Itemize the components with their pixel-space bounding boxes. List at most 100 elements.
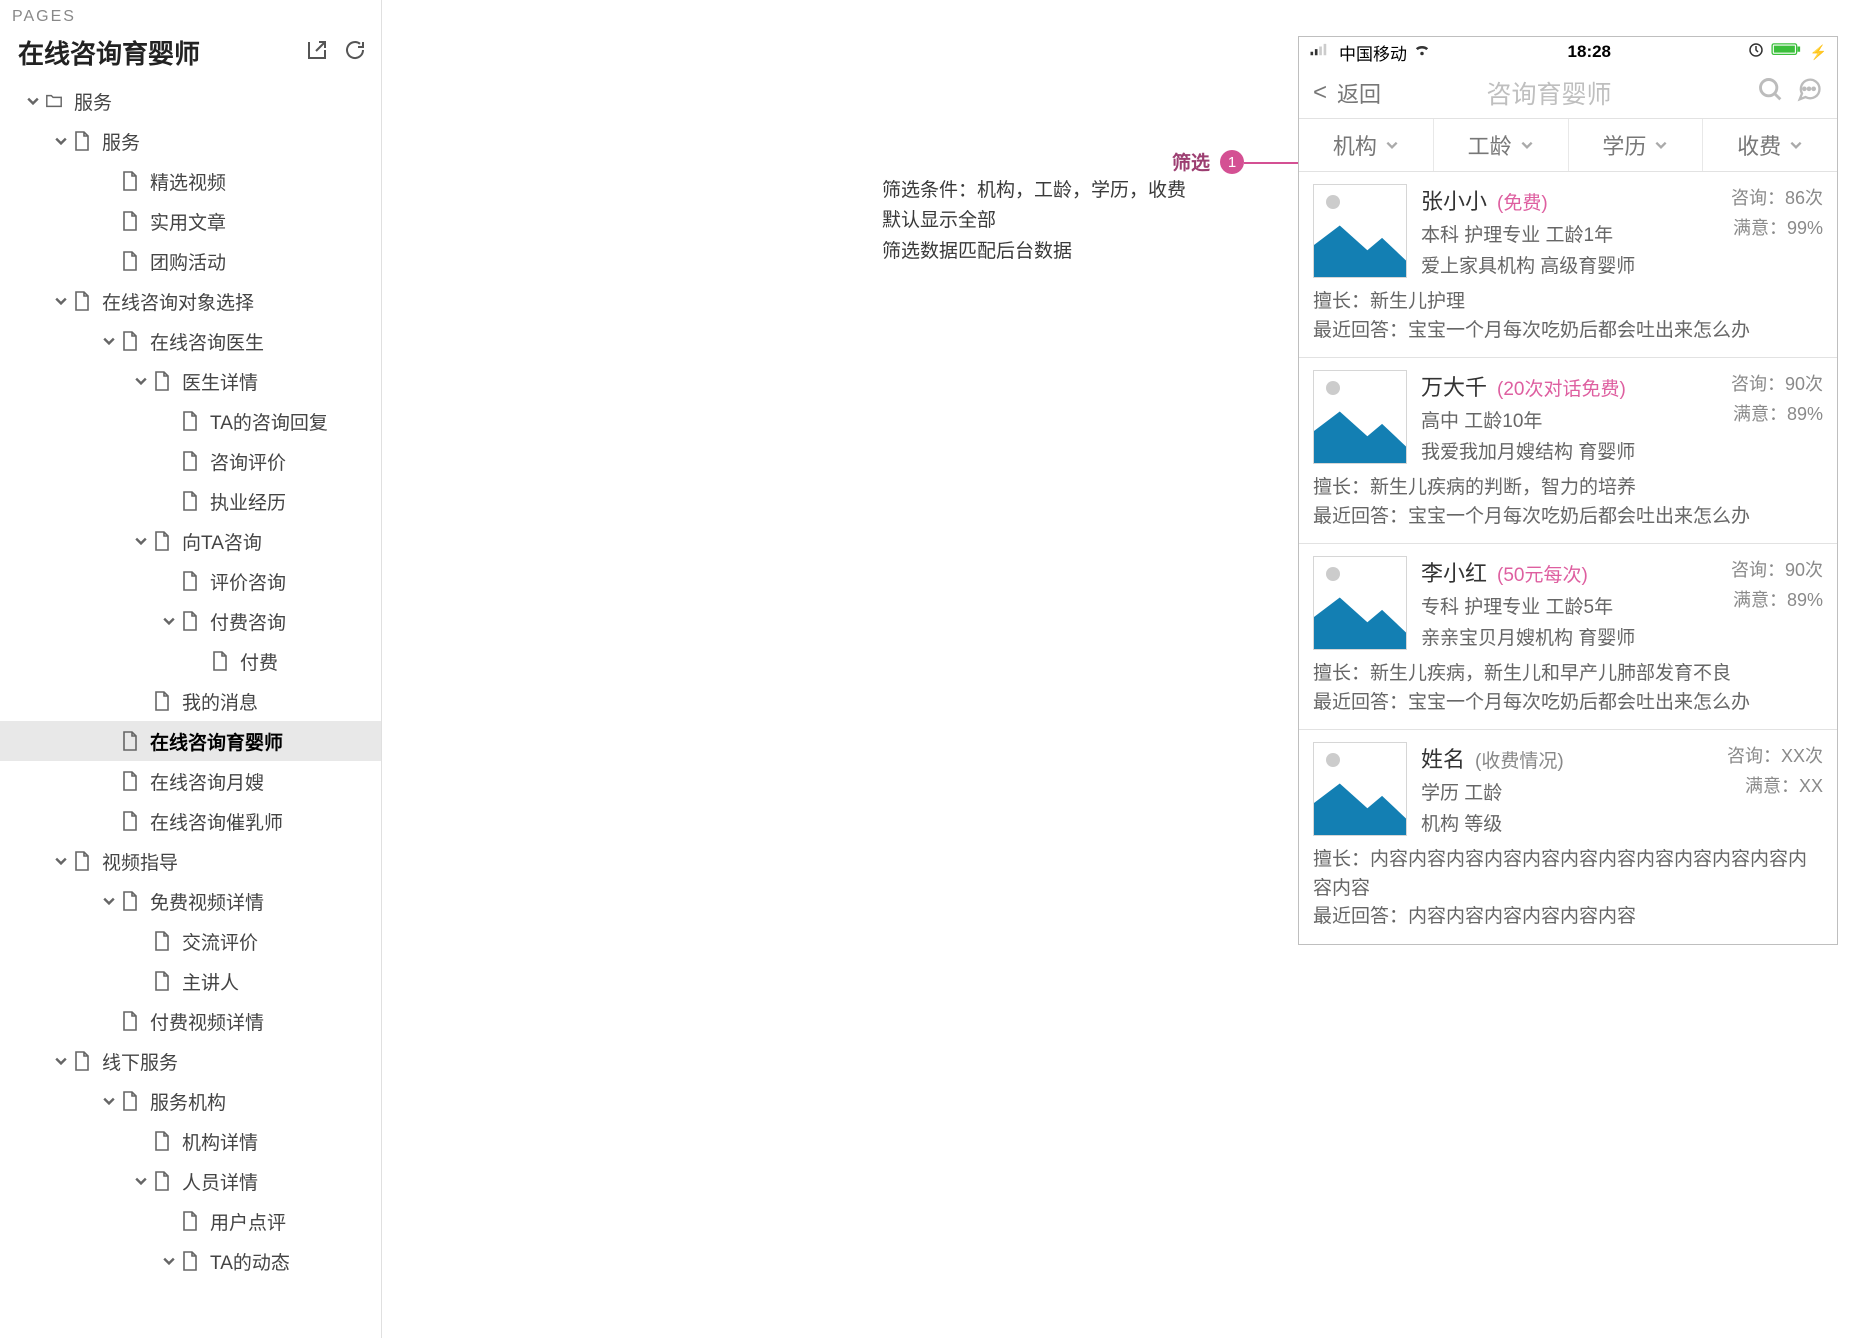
tree-node[interactable]: 评价咨询 [0, 561, 381, 601]
folder-icon [42, 91, 66, 111]
tree-node[interactable]: 在线咨询医生 [0, 321, 381, 361]
chevron-down-icon[interactable] [100, 335, 118, 347]
consultant-name: 李小红 [1421, 556, 1487, 588]
consultant-name: 万大千 [1421, 370, 1487, 402]
tree-node[interactable]: 向TA咨询 [0, 521, 381, 561]
satisfaction: 满意：XX [1705, 772, 1823, 798]
page-icon [118, 891, 142, 911]
fee-badge: (50元每次) [1497, 560, 1588, 587]
chevron-down-icon[interactable] [132, 375, 150, 387]
consultant-card[interactable]: 李小红(50元每次)专科 护理专业 工龄5年亲亲宝贝月嫂机构 育婴师咨询：90次… [1299, 544, 1837, 730]
tree-node[interactable]: 人员详情 [0, 1161, 381, 1201]
tree-node[interactable]: 用户点评 [0, 1201, 381, 1241]
sync-icon [1748, 42, 1764, 63]
consultant-card[interactable]: 张小小(免费)本科 护理专业 工龄1年爱上家具机构 高级育婴师咨询：86次满意：… [1299, 172, 1837, 358]
page-icon [118, 811, 142, 831]
tree-node-label: 付费视频详情 [150, 1008, 264, 1035]
filter-edu[interactable]: 学历 [1569, 119, 1704, 171]
tree-node[interactable]: 医生详情 [0, 361, 381, 401]
filter-org[interactable]: 机构 [1299, 119, 1434, 171]
skill-line: 擅长：新生儿疾病的判断，智力的培养 [1313, 474, 1823, 503]
back-icon[interactable]: < [1313, 79, 1327, 107]
tree-node[interactable]: 交流评价 [0, 921, 381, 961]
tree-node[interactable]: 免费视频详情 [0, 881, 381, 921]
consultant-card[interactable]: 万大千(20次对话免费)高中 工龄10年我爱我加月嫂结构 育婴师咨询：90次满意… [1299, 358, 1837, 544]
tree-node[interactable]: 视频指导 [0, 841, 381, 881]
tree-node-label: 机构详情 [182, 1128, 258, 1155]
chevron-down-icon[interactable] [24, 95, 42, 107]
page-icon [118, 731, 142, 751]
chevron-down-icon[interactable] [132, 1175, 150, 1187]
tree-node-label: 实用文章 [150, 208, 226, 235]
consultant-info: 学历 工龄 [1421, 778, 1691, 805]
tree-node[interactable]: 实用文章 [0, 201, 381, 241]
tree-node[interactable]: 服务机构 [0, 1081, 381, 1121]
page-icon [118, 171, 142, 191]
consultant-card[interactable]: 姓名(收费情况)学历 工龄机构 等级咨询：XX次满意：XX擅长：内容内容内容内容… [1299, 730, 1837, 944]
tree-node-label: 主讲人 [182, 968, 239, 995]
tree-node-label: 团购活动 [150, 248, 226, 275]
tree-node-label: 付费咨询 [210, 608, 286, 635]
tree-node-label: 执业经历 [210, 488, 286, 515]
tree-node[interactable]: 精选视频 [0, 161, 381, 201]
tree-node[interactable]: 在线咨询月嫂 [0, 761, 381, 801]
skill-line: 擅长：内容内容内容内容内容内容内容内容内容内容内容内容内容 [1313, 846, 1823, 903]
tree-node-label: 评价咨询 [210, 568, 286, 595]
chevron-down-icon[interactable] [52, 135, 70, 147]
tree-node-label: 人员详情 [182, 1168, 258, 1195]
export-icon[interactable] [305, 38, 329, 67]
tree-node[interactable]: 服务 [0, 81, 381, 121]
refresh-icon[interactable] [343, 38, 367, 67]
consultant-info: 本科 护理专业 工龄1年 [1421, 220, 1691, 247]
tree-node-label: 在线咨询催乳师 [150, 808, 283, 835]
page-icon [70, 851, 94, 871]
tree-node[interactable]: 主讲人 [0, 961, 381, 1001]
tree-node[interactable]: 团购活动 [0, 241, 381, 281]
search-icon[interactable] [1757, 76, 1785, 109]
pages-sidebar: PAGES 在线咨询育婴师 服务服务精选视频实用文章团购活动在线咨询对象选择在线… [0, 0, 382, 1338]
tree-node[interactable]: 服务 [0, 121, 381, 161]
tree-node-label: 医生详情 [182, 368, 258, 395]
carrier-label: 中国移动 [1339, 40, 1407, 65]
tree-node-label: 付费 [240, 648, 278, 675]
chevron-down-icon[interactable] [132, 535, 150, 547]
chevron-down-icon[interactable] [160, 615, 178, 627]
tree-node[interactable]: 付费视频详情 [0, 1001, 381, 1041]
chat-icon[interactable] [1795, 76, 1823, 109]
tree-node[interactable]: 在线咨询育婴师 [0, 721, 381, 761]
callout-badge: 1 [1220, 150, 1244, 174]
tree-node[interactable]: 在线咨询对象选择 [0, 281, 381, 321]
page-icon [150, 931, 174, 951]
page-icon [118, 771, 142, 791]
tree-node[interactable]: 在线咨询催乳师 [0, 801, 381, 841]
tree-node[interactable]: 付费咨询 [0, 601, 381, 641]
chevron-down-icon[interactable] [52, 855, 70, 867]
tree-node-label: 线下服务 [102, 1048, 178, 1075]
consult-count: 咨询：XX次 [1705, 742, 1823, 768]
chevron-down-icon[interactable] [52, 295, 70, 307]
tree-node[interactable]: TA的咨询回复 [0, 401, 381, 441]
consultant-info: 高中 工龄10年 [1421, 406, 1691, 433]
fee-badge: (20次对话免费) [1497, 374, 1626, 401]
tree-node[interactable]: 执业经历 [0, 481, 381, 521]
filter-fee[interactable]: 收费 [1703, 119, 1837, 171]
fee-badge: (免费) [1497, 188, 1548, 215]
avatar-placeholder [1313, 184, 1407, 278]
chevron-down-icon[interactable] [100, 1095, 118, 1107]
chevron-down-icon[interactable] [100, 895, 118, 907]
tree-node[interactable]: TA的动态 [0, 1241, 381, 1281]
canvas: 筛选条件：机构，工龄，学历，收费 默认显示全部 筛选数据匹配后台数据 筛选 1 … [382, 0, 1874, 1338]
chevron-down-icon[interactable] [160, 1255, 178, 1267]
filter-exp[interactable]: 工龄 [1434, 119, 1569, 171]
tree-node[interactable]: 咨询评价 [0, 441, 381, 481]
tree-node[interactable]: 付费 [0, 641, 381, 681]
chevron-down-icon [1520, 132, 1534, 158]
page-icon [178, 571, 202, 591]
tree-node[interactable]: 我的消息 [0, 681, 381, 721]
chevron-down-icon[interactable] [52, 1055, 70, 1067]
tree-node[interactable]: 线下服务 [0, 1041, 381, 1081]
page-icon [178, 491, 202, 511]
nav-bar: < 返回 咨询育婴师 [1299, 67, 1837, 119]
tree-node[interactable]: 机构详情 [0, 1121, 381, 1161]
page-tree[interactable]: 服务服务精选视频实用文章团购活动在线咨询对象选择在线咨询医生医生详情TA的咨询回… [0, 81, 381, 1338]
